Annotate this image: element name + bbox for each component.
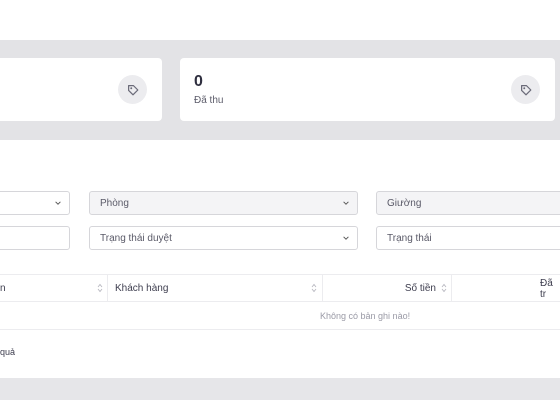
stat-label: Đã thu [194, 95, 224, 106]
room-select[interactable]: Phòng [89, 191, 358, 215]
column-header-label: n [0, 283, 6, 294]
filter-input-1[interactable] [0, 226, 70, 250]
status-select-label: Trạng thái [387, 232, 432, 244]
table-header: n Khách hàng Số tiền Đã tr [0, 274, 560, 302]
main-panel [0, 140, 560, 378]
result-summary: quả [0, 347, 16, 357]
column-header-label: Khách hàng [115, 283, 169, 294]
sort-icon[interactable] [311, 283, 317, 293]
column-header-label: Số tiền [404, 283, 436, 294]
stat-card-1 [0, 58, 162, 121]
column-header-customer[interactable]: Khách hàng [115, 275, 168, 302]
column-header-label: Đã tr [540, 277, 553, 300]
column-header-1[interactable]: n [0, 275, 6, 302]
tag-icon [118, 75, 147, 104]
bed-select-label: Giường [387, 197, 422, 209]
approval-status-label: Trạng thái duyệt [100, 232, 172, 244]
top-header-area [0, 0, 560, 40]
tag-icon [511, 75, 540, 104]
stat-value: 0 [194, 73, 203, 90]
column-header-paid[interactable]: Đã tr [540, 275, 560, 302]
chevron-down-icon [55, 201, 61, 205]
status-select[interactable]: Trạng thái [376, 226, 560, 250]
table-empty-row: Không có bản ghi nào! [0, 302, 560, 330]
approval-status-select[interactable]: Trạng thái duyệt [89, 226, 358, 250]
sort-icon[interactable] [97, 283, 103, 293]
sort-icon[interactable] [441, 283, 447, 293]
room-select-label: Phòng [100, 197, 129, 209]
chevron-down-icon [343, 236, 349, 240]
column-header-amount[interactable]: Số tiền [322, 275, 436, 302]
bottom-band [0, 378, 560, 400]
bed-select[interactable]: Giường [376, 191, 560, 215]
chevron-down-icon [343, 201, 349, 205]
column-divider [107, 275, 108, 302]
column-divider [451, 275, 452, 302]
empty-message: Không có bản ghi nào! [320, 311, 411, 321]
stat-card-collected: 0 Đã thu [180, 58, 555, 121]
filter-select-1[interactable] [0, 191, 70, 215]
